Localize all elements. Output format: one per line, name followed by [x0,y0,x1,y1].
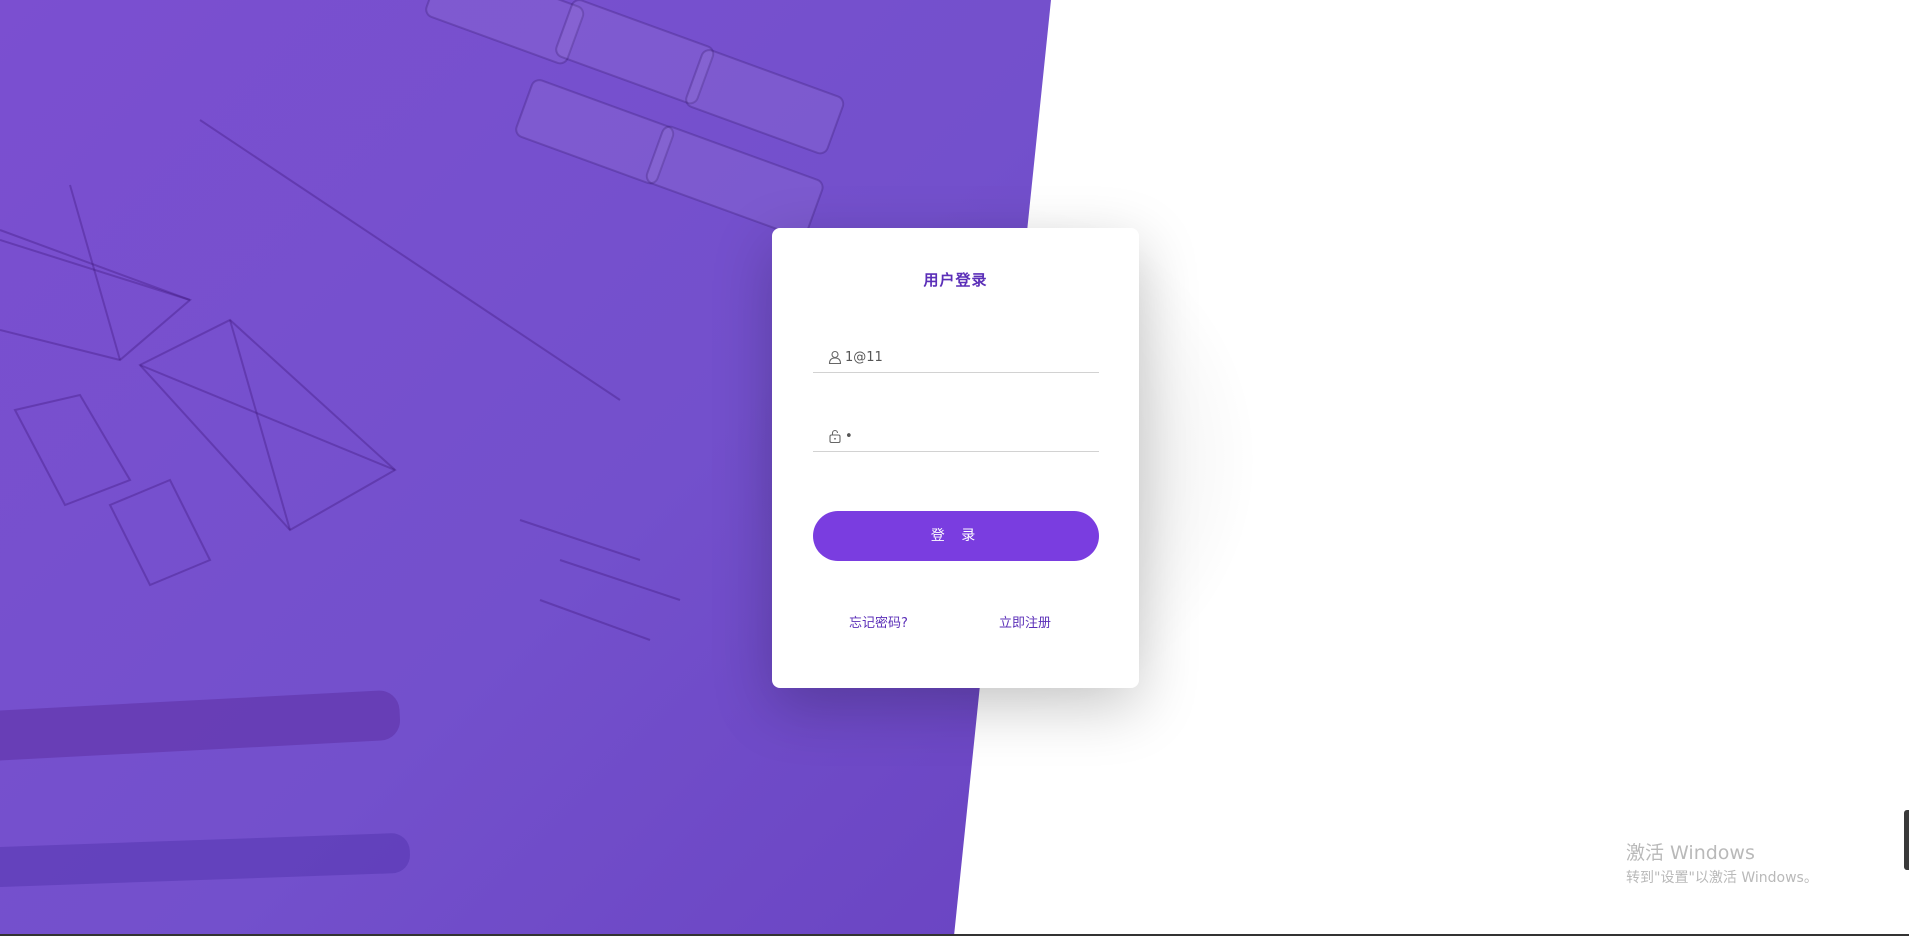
user-icon [827,349,843,365]
password-field[interactable]: • [813,421,1099,452]
login-page: 用户登录 1@11 • 登 录 忘记密码? 立即注册 激活 Windows 转到… [0,0,1909,936]
side-edge-handle[interactable] [1904,810,1909,870]
watermark-subtitle: 转到"设置"以激活 Windows。 [1626,870,1818,886]
username-field[interactable]: 1@11 [813,342,1099,373]
lock-icon [827,428,843,444]
login-title: 用户登录 [923,271,988,289]
login-button[interactable]: 登 录 [813,511,1099,561]
register-link[interactable]: 立即注册 [999,612,1051,631]
watermark-title: 激活 Windows [1626,842,1755,864]
windows-activation-watermark: 激活 Windows 转到"设置"以激活 Windows。 [1626,838,1818,887]
username-input[interactable]: 1@11 [845,350,883,365]
forgot-password-link[interactable]: 忘记密码? [849,612,908,631]
password-input[interactable]: • [845,429,853,444]
login-card: 用户登录 1@11 • 登 录 忘记密码? 立即注册 [772,228,1139,688]
